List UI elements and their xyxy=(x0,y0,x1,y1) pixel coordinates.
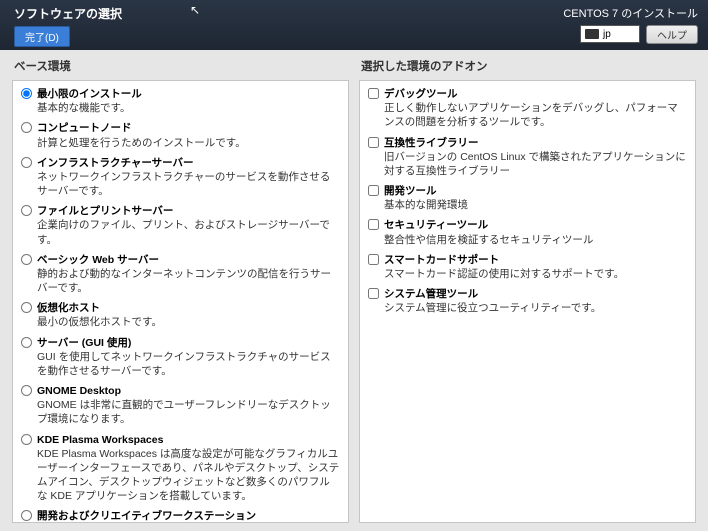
item-name: 開発およびクリエイティブワークステーション xyxy=(37,509,340,523)
item-desc: 基本的な機能です。 xyxy=(37,101,340,115)
item-desc: システム管理に役立つユーティリティーです。 xyxy=(384,301,687,315)
item-name: サーバー (GUI 使用) xyxy=(37,336,340,350)
right-column: 選択した環境のアドオン デバッグツール正しく動作しないアプリケーションをデバッグ… xyxy=(359,58,696,523)
addon-checkbox[interactable] xyxy=(368,88,379,99)
base-env-item[interactable]: ファイルとプリントサーバー企業向けのファイル、プリント、およびストレージサーバー… xyxy=(21,204,340,247)
base-env-item[interactable]: GNOME DesktopGNOME は非常に直観的でユーザーフレンドリーなデス… xyxy=(21,384,340,427)
done-button[interactable]: 完了(D) xyxy=(14,26,70,47)
item-name: KDE Plasma Workspaces xyxy=(37,433,340,447)
base-env-radio[interactable] xyxy=(21,88,32,99)
addon-item[interactable]: システム管理ツールシステム管理に役立つユーティリティーです。 xyxy=(368,287,687,315)
item-name: ファイルとプリントサーバー xyxy=(37,204,340,218)
base-env-panel: 最小限のインストール基本的な機能です。コンピュートノード計算と処理を行うためのイ… xyxy=(12,80,349,523)
item-desc: 静的および動的なインターネットコンテンツの配信を行うサーバーです。 xyxy=(37,267,340,295)
addon-checkbox[interactable] xyxy=(368,185,379,196)
base-env-radio[interactable] xyxy=(21,434,32,445)
base-env-item[interactable]: ベーシック Web サーバー静的および動的なインターネットコンテンツの配信を行う… xyxy=(21,253,340,296)
base-env-title: ベース環境 xyxy=(12,58,349,74)
item-name: システム管理ツール xyxy=(384,287,687,301)
item-desc: 正しく動作しないアプリケーションをデバッグし、パフォーマンスの問題を分析するツー… xyxy=(384,101,687,129)
addon-checkbox[interactable] xyxy=(368,288,379,299)
base-env-radio[interactable] xyxy=(21,337,32,348)
keyboard-layout: jp xyxy=(603,29,611,40)
item-name: コンピュートノード xyxy=(37,121,340,135)
base-env-radio[interactable] xyxy=(21,254,32,265)
addons-title: 選択した環境のアドオン xyxy=(359,58,696,74)
addon-checkbox[interactable] xyxy=(368,254,379,265)
base-env-item[interactable]: インフラストラクチャーサーバーネットワークインフラストラクチャーのサービスを動作… xyxy=(21,156,340,199)
item-desc: GUI を使用してネットワークインフラストラクチャのサービスを動作させるサーバー… xyxy=(37,350,340,378)
item-desc: KDE Plasma Workspaces は高度な設定が可能なグラフィカルユー… xyxy=(37,447,340,504)
item-name: スマートカードサポート xyxy=(384,253,687,267)
addon-item[interactable]: スマートカードサポートスマートカード認証の使用に対するサポートです。 xyxy=(368,253,687,281)
content: ベース環境 最小限のインストール基本的な機能です。コンピュートノード計算と処理を… xyxy=(0,50,708,531)
addon-item[interactable]: デバッグツール正しく動作しないアプリケーションをデバッグし、パフォーマンスの問題… xyxy=(368,87,687,130)
addon-item[interactable]: 互換性ライブラリー旧バージョンの CentOS Linux で構築されたアプリケ… xyxy=(368,136,687,179)
base-env-radio[interactable] xyxy=(21,385,32,396)
item-desc: 旧バージョンの CentOS Linux で構築されたアプリケーションに対する互… xyxy=(384,150,687,178)
item-name: GNOME Desktop xyxy=(37,384,340,398)
left-column: ベース環境 最小限のインストール基本的な機能です。コンピュートノード計算と処理を… xyxy=(12,58,349,523)
base-env-item[interactable]: 仮想化ホスト最小の仮想化ホストです。 xyxy=(21,301,340,329)
item-name: ベーシック Web サーバー xyxy=(37,253,340,267)
cursor-icon: ↖ xyxy=(190,3,200,17)
addon-checkbox[interactable] xyxy=(368,137,379,148)
item-name: 互換性ライブラリー xyxy=(384,136,687,150)
base-env-item[interactable]: 最小限のインストール基本的な機能です。 xyxy=(21,87,340,115)
item-desc: GNOME は非常に直観的でユーザーフレンドリーなデスクトップ環境になります。 xyxy=(37,398,340,426)
base-env-radio[interactable] xyxy=(21,205,32,216)
page-title: ソフトウェアの選択 xyxy=(14,5,122,22)
addons-panel: デバッグツール正しく動作しないアプリケーションをデバッグし、パフォーマンスの問題… xyxy=(359,80,696,523)
addon-checkbox[interactable] xyxy=(368,219,379,230)
header: ソフトウェアの選択 完了(D) ↖ CENTOS 7 のインストール jp ヘル… xyxy=(0,0,708,50)
item-desc: スマートカード認証の使用に対するサポートです。 xyxy=(384,267,687,281)
base-env-item[interactable]: サーバー (GUI 使用)GUI を使用してネットワークインフラストラクチャのサ… xyxy=(21,336,340,379)
keyboard-icon xyxy=(585,29,599,39)
base-env-radio[interactable] xyxy=(21,510,32,521)
item-name: セキュリティーツール xyxy=(384,218,687,232)
help-button[interactable]: ヘルプ xyxy=(646,25,698,44)
item-name: 開発ツール xyxy=(384,184,687,198)
base-env-item[interactable]: 開発およびクリエイティブワークステーションソフトウェア、ハードウェア、グラフィッ… xyxy=(21,509,340,523)
installer-label: CENTOS 7 のインストール xyxy=(563,5,698,21)
item-name: デバッグツール xyxy=(384,87,687,101)
item-name: インフラストラクチャーサーバー xyxy=(37,156,340,170)
base-env-radio[interactable] xyxy=(21,302,32,313)
item-desc: 最小の仮想化ホストです。 xyxy=(37,315,340,329)
base-env-radio[interactable] xyxy=(21,122,32,133)
item-desc: ネットワークインフラストラクチャーのサービスを動作させるサーバーです。 xyxy=(37,170,340,198)
item-desc: 計算と処理を行うためのインストールです。 xyxy=(37,136,340,150)
base-env-item[interactable]: KDE Plasma WorkspacesKDE Plasma Workspac… xyxy=(21,433,340,504)
addon-item[interactable]: 開発ツール基本的な開発環境 xyxy=(368,184,687,212)
header-right: CENTOS 7 のインストール jp ヘルプ xyxy=(563,5,698,44)
item-desc: 企業向けのファイル、プリント、およびストレージサーバーです。 xyxy=(37,218,340,246)
item-name: 最小限のインストール xyxy=(37,87,340,101)
base-env-item[interactable]: コンピュートノード計算と処理を行うためのインストールです。 xyxy=(21,121,340,149)
item-desc: 整合性や信用を検証するセキュリティツール xyxy=(384,233,687,247)
keyboard-indicator[interactable]: jp xyxy=(580,25,640,43)
base-env-radio[interactable] xyxy=(21,157,32,168)
addon-item[interactable]: セキュリティーツール整合性や信用を検証するセキュリティツール xyxy=(368,218,687,246)
item-desc: 基本的な開発環境 xyxy=(384,198,687,212)
item-name: 仮想化ホスト xyxy=(37,301,340,315)
